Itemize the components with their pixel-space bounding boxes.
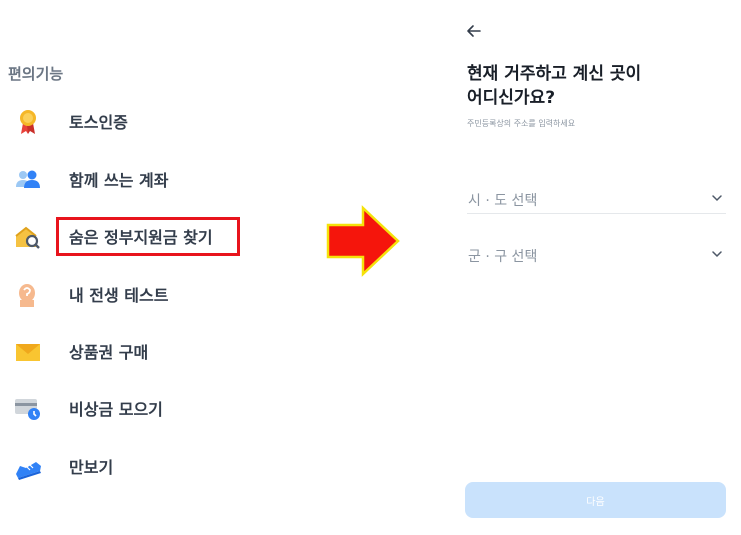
page-title-line1: 현재 거주하고 계신 곳이	[467, 64, 642, 84]
menu-item-shared-account[interactable]: 함께 쓰는 계좌	[0, 159, 290, 199]
menu-item-label: 상품권 구매	[69, 343, 149, 362]
section-title: 편의기능	[8, 65, 64, 83]
district-select[interactable]: 군 · 구 선택	[467, 240, 726, 270]
chevron-down-icon	[712, 251, 722, 258]
chevron-down-icon	[712, 195, 722, 202]
people-icon	[16, 170, 40, 188]
menu-item-label: 만보기	[69, 458, 114, 477]
right-panel: 현재 거주하고 계신 곳이 어디신가요? 주민등록상의 주소를 입력하세요 시 …	[455, 0, 741, 535]
menu-item-label: 함께 쓰는 계좌	[69, 171, 169, 190]
city-select[interactable]: 시 · 도 선택	[467, 184, 726, 214]
menu-item-emergency-fund[interactable]: 비상금 모으기	[0, 388, 290, 428]
back-arrow-icon[interactable]	[463, 20, 485, 42]
head-question-icon	[19, 284, 35, 307]
right-arrow-icon	[326, 205, 400, 277]
menu-item-toss-cert[interactable]: 토스인증	[0, 101, 290, 141]
menu-item-label: 비상금 모으기	[69, 400, 163, 419]
menu-item-pedometer[interactable]: 만보기	[0, 446, 290, 486]
city-select-placeholder: 시 · 도 선택	[468, 193, 538, 209]
left-panel: 편의기능 토스인증 함께 쓰는 계좌 숨은 정부지원금 찾기 내 전생 테스트 …	[0, 0, 300, 535]
page-title: 현재 거주하고 계신 곳이 어디신가요?	[467, 62, 727, 110]
house-search-icon	[15, 226, 40, 249]
highlight-box	[56, 217, 240, 256]
menu-item-label: 토스인증	[69, 113, 128, 132]
envelope-icon	[16, 344, 40, 361]
next-button[interactable]: 다음	[465, 482, 726, 518]
menu-item-label: 내 전생 테스트	[69, 286, 169, 305]
page-title-line2: 어디신가요?	[467, 88, 556, 108]
medal-icon	[20, 110, 36, 134]
menu-item-gift-card[interactable]: 상품권 구매	[0, 331, 290, 371]
card-clock-icon	[15, 399, 40, 420]
page-subtext: 주민등록상의 주소를 입력하세요	[467, 119, 576, 128]
sneaker-icon	[16, 462, 41, 480]
menu-item-past-life-test[interactable]: 내 전생 테스트	[0, 274, 290, 314]
district-select-placeholder: 군 · 구 선택	[468, 249, 538, 265]
